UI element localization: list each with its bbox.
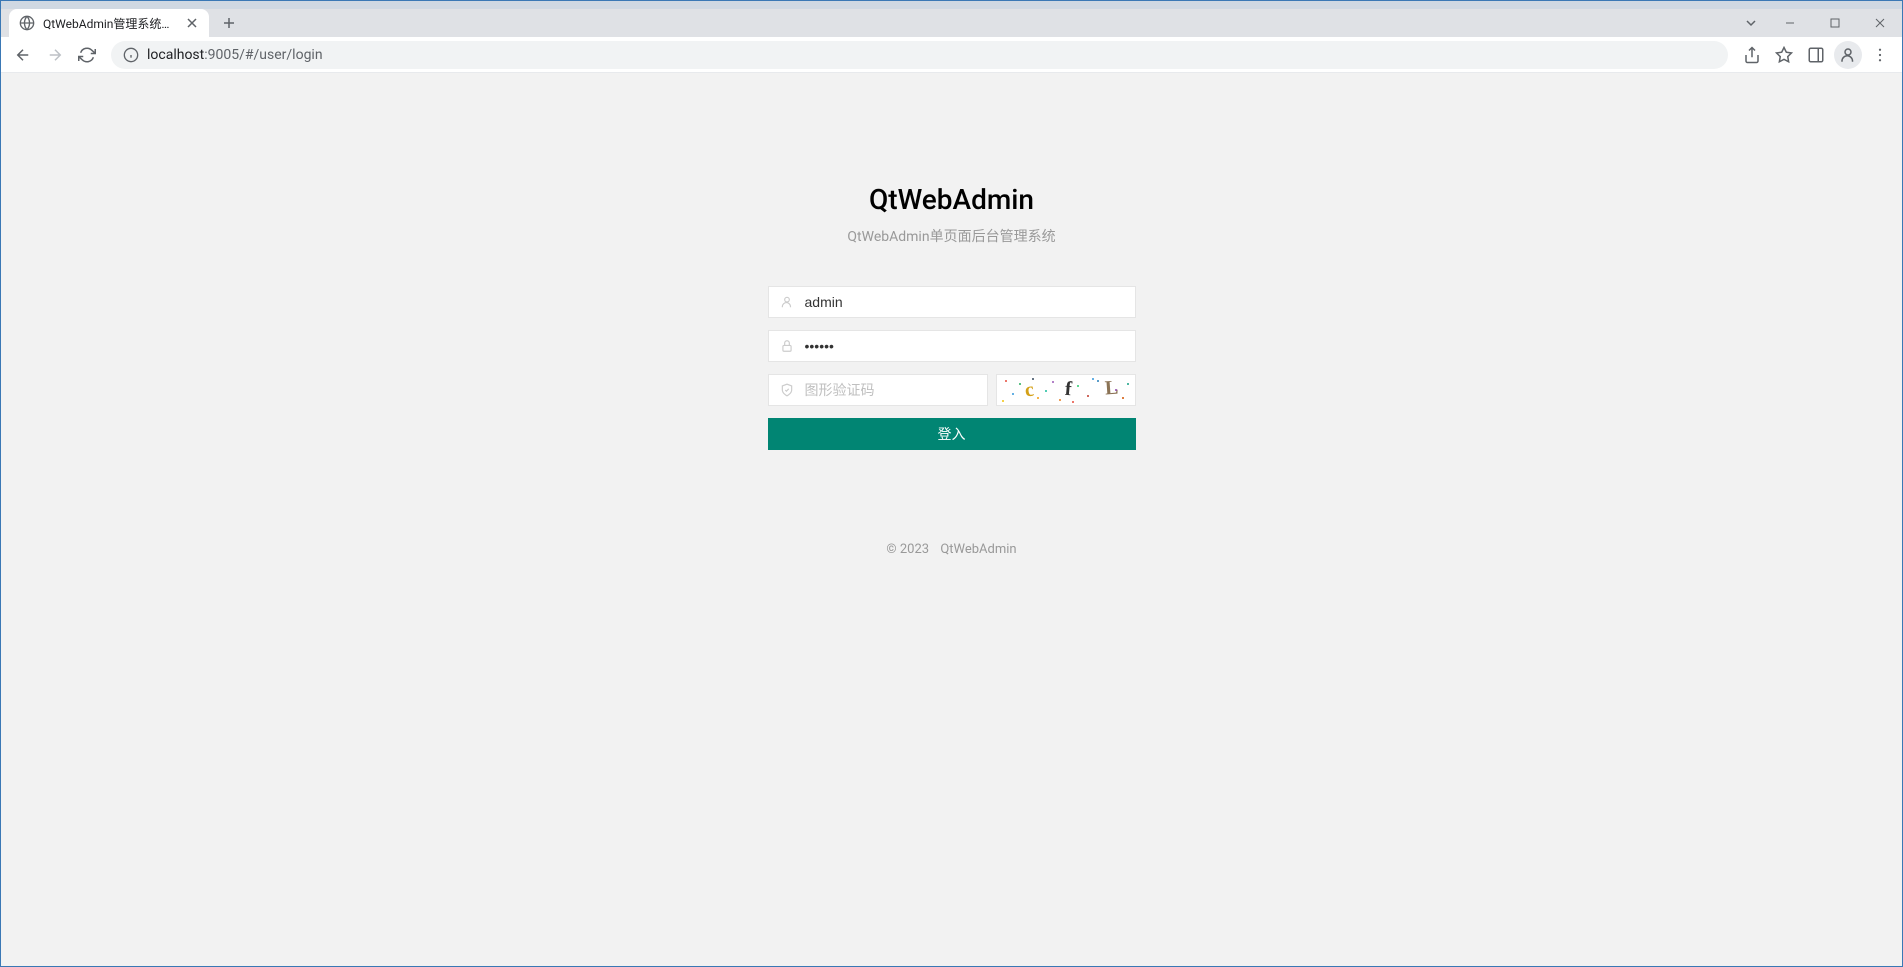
username-field-wrap <box>768 286 1136 318</box>
bookmark-icon[interactable] <box>1770 41 1798 69</box>
title-bar <box>1 1 1902 9</box>
browser-window: QtWebAdmin管理系统（单页面 <box>0 0 1903 967</box>
page-subtitle: QtWebAdmin单页面后台管理系统 <box>847 226 1055 246</box>
toolbar: localhost:9005/#/user/login <box>1 37 1902 73</box>
close-window-button[interactable] <box>1857 9 1902 37</box>
copyright-text: © 2023 <box>886 542 929 557</box>
captcha-input[interactable] <box>768 374 988 406</box>
toolbar-right <box>1738 41 1894 69</box>
globe-icon <box>19 15 35 31</box>
page-content: QtWebAdmin QtWebAdmin单页面后台管理系统 <box>1 73 1902 966</box>
info-icon[interactable] <box>123 47 139 63</box>
lock-icon <box>780 339 794 353</box>
tabs-dropdown-button[interactable] <box>1735 9 1767 37</box>
password-field-wrap <box>768 330 1136 362</box>
username-input[interactable] <box>768 286 1136 318</box>
user-icon <box>780 295 794 309</box>
back-button[interactable] <box>9 41 37 69</box>
tab-title: QtWebAdmin管理系统（单页面 <box>43 15 177 32</box>
captcha-row: c f L <box>768 374 1136 418</box>
close-icon[interactable] <box>185 16 199 30</box>
new-tab-button[interactable] <box>215 9 243 37</box>
captcha-image[interactable]: c f L <box>996 374 1136 406</box>
tab-bar: QtWebAdmin管理系统（单页面 <box>1 9 1902 37</box>
menu-icon[interactable] <box>1866 41 1894 69</box>
captcha-canvas: c f L <box>997 375 1135 405</box>
minimize-button[interactable] <box>1767 9 1812 37</box>
page-title: QtWebAdmin <box>869 183 1034 216</box>
share-icon[interactable] <box>1738 41 1766 69</box>
product-name: QtWebAdmin <box>940 542 1016 557</box>
browser-tab[interactable]: QtWebAdmin管理系统（单页面 <box>9 9 209 37</box>
password-input[interactable] <box>768 330 1136 362</box>
shield-check-icon <box>780 383 794 397</box>
captcha-field-wrap <box>768 374 988 406</box>
footer: © 2023 QtWebAdmin <box>882 542 1020 557</box>
profile-button[interactable] <box>1834 41 1862 69</box>
maximize-button[interactable] <box>1812 9 1857 37</box>
login-button[interactable]: 登入 <box>768 418 1136 450</box>
login-form: QtWebAdmin QtWebAdmin单页面后台管理系统 <box>768 183 1136 450</box>
forward-button[interactable] <box>41 41 69 69</box>
window-controls <box>1735 9 1902 37</box>
reload-button[interactable] <box>73 41 101 69</box>
side-panel-icon[interactable] <box>1802 41 1830 69</box>
url-text: localhost:9005/#/user/login <box>147 47 323 63</box>
address-bar[interactable]: localhost:9005/#/user/login <box>111 41 1728 69</box>
